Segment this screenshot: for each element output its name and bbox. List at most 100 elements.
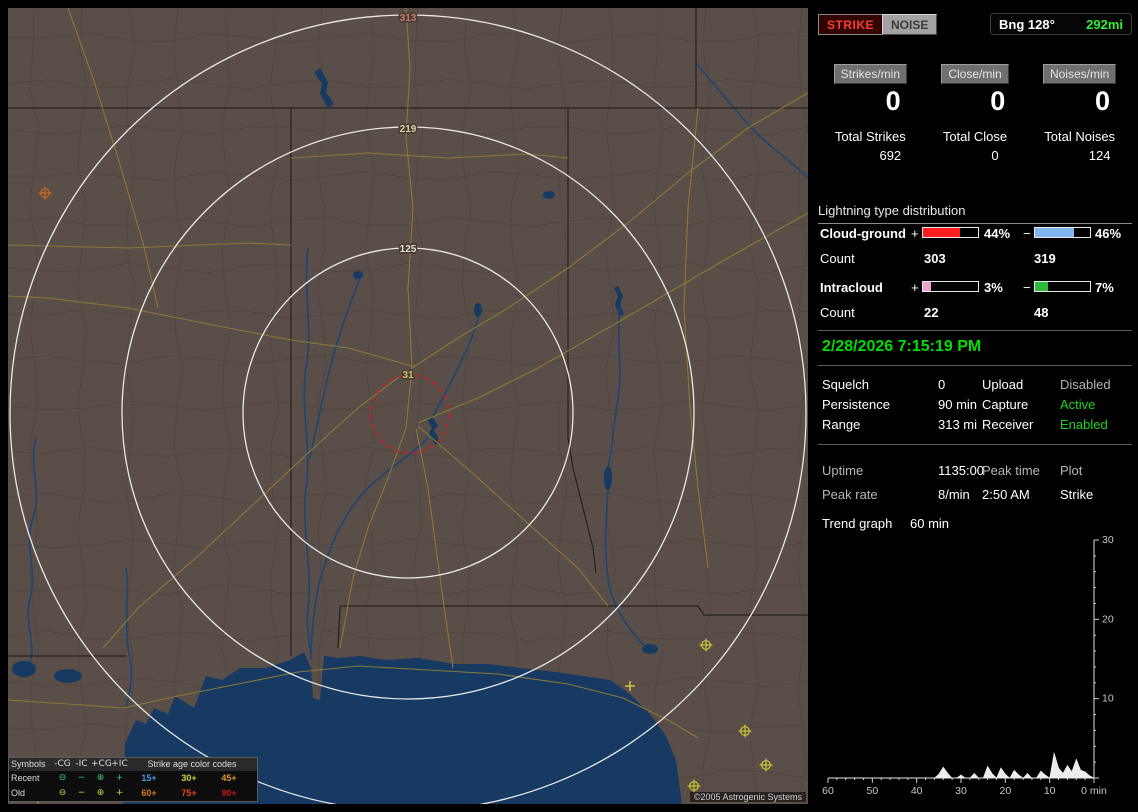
count-label: Count: [820, 251, 855, 266]
legend-row-recent: Recent ⊖ − ⊕ + 15+ 30+ 45+: [9, 771, 257, 786]
receiver-value: Enabled: [1060, 417, 1108, 432]
age-code: 60+: [141, 788, 157, 798]
lake-seminole: [642, 644, 658, 654]
capture-value: Active: [1060, 397, 1096, 412]
cg-positive-count: 303: [924, 251, 946, 266]
intracloud-label: Intracloud: [820, 280, 883, 295]
count-label: Count: [820, 305, 855, 320]
distribution-header: Lightning type distribution: [818, 203, 1132, 224]
total-strikes-value: 692: [879, 148, 902, 163]
svg-text:50: 50: [866, 785, 878, 797]
rate-chip-row: Strikes/min Close/min Noises/min: [818, 64, 1132, 84]
total-strikes-label: Total Strikes: [834, 129, 906, 144]
plus-sign: +: [911, 226, 919, 241]
neg-cg-icon: ⊖: [58, 773, 67, 783]
total-close-label: Total Close: [942, 129, 1008, 144]
noise-button[interactable]: NOISE: [882, 14, 938, 35]
cloud-ground-row: Cloud-ground + 44% − 46%: [818, 226, 1132, 243]
total-noises-label: Total Noises: [1044, 129, 1116, 144]
map-canvas: 313 219 125 31: [8, 8, 808, 804]
cloud-ground-label: Cloud-ground: [820, 226, 906, 241]
svg-text:40: 40: [911, 785, 923, 797]
peak-time-label: Peak time: [982, 463, 1040, 478]
svg-text:30: 30: [1102, 534, 1114, 546]
trend-graph: 60 50 40 30 20 10 0 min 30 20 10: [822, 534, 1114, 797]
peak-rate-label: Peak rate: [822, 487, 878, 502]
age-code: 90+: [221, 788, 237, 798]
info-row-2: Peak rate 8/min 2:50 AM Strike: [818, 487, 1132, 504]
trend-graph-window: 60 min: [910, 516, 950, 531]
plot-label: Plot: [1060, 463, 1083, 478]
upload-label: Upload: [982, 377, 1024, 392]
uptime-value: 1135:00: [938, 463, 985, 478]
divider: [818, 444, 1132, 445]
lightning-map: 313 219 125 31 Symbols -CG -IC +CG +IC S…: [8, 8, 808, 804]
coastal-marsh: [54, 669, 82, 683]
legend-symbols-header: Symbols: [11, 759, 46, 769]
rate-values-row: 0 0 0: [818, 86, 1132, 117]
svg-text:30: 30: [955, 785, 967, 797]
pos-ic-icon: +: [115, 773, 124, 783]
total-close-value: 0: [991, 148, 999, 163]
bearing-value: Bng 128°: [999, 16, 1055, 32]
ring-label-31: 31: [402, 370, 414, 381]
legend-col-neg-cg: -CG: [54, 759, 71, 769]
cg-negative-count: 319: [1034, 251, 1056, 266]
noises-per-min-chip[interactable]: Noises/min: [1042, 64, 1117, 84]
pos-ic-icon: +: [115, 788, 124, 798]
ic-positive-count: 22: [924, 305, 939, 320]
weiss-lake: [543, 191, 555, 199]
noises-per-min-value: 0: [1094, 86, 1110, 116]
ic-negative-fill: [1035, 282, 1049, 291]
uptime-label: Uptime: [822, 463, 864, 478]
legend-row-label: Old: [11, 788, 26, 798]
svg-text:20: 20: [999, 785, 1011, 797]
logan-martin-lake: [474, 303, 482, 317]
squelch-label: Squelch: [822, 377, 869, 392]
cg-negative-pct: 46%: [1095, 226, 1122, 241]
cg-positive-bar: [922, 227, 979, 238]
pos-cg-icon: ⊕: [96, 788, 105, 798]
trend-graph-label-row: Trend graph 60 min: [818, 516, 1132, 533]
intracloud-row: Intracloud + 3% − 7%: [818, 280, 1132, 297]
current-datetime: 2/28/2026 7:15:19 PM: [822, 338, 982, 355]
totals-values-row: 692 0 124: [818, 148, 1132, 163]
strikes-per-min-chip[interactable]: Strikes/min: [833, 64, 907, 84]
age-code: 75+: [181, 788, 197, 798]
svg-text:10: 10: [1102, 693, 1114, 705]
pos-cg-icon: ⊕: [96, 773, 105, 783]
strike-button[interactable]: STRIKE: [818, 14, 884, 35]
lake-eufaula: [604, 466, 612, 490]
legend-age-header: Strike age color codes: [147, 759, 237, 769]
status-row-range: Range 313 mi Receiver Enabled: [818, 417, 1132, 434]
legend-header: Symbols -CG -IC +CG +IC Strike age color…: [9, 758, 257, 771]
intracloud-count-row: Count 22 48: [818, 305, 1132, 322]
peak-rate-value: 8/min: [938, 487, 970, 502]
smith-lake: [353, 271, 363, 279]
close-per-min-chip[interactable]: Close/min: [941, 64, 1009, 84]
squelch-value: 0: [938, 377, 946, 392]
svg-text:20: 20: [1102, 613, 1114, 625]
info-row-1: Uptime 1135:00 Peak time Plot: [818, 463, 1132, 480]
minus-sign: −: [1023, 226, 1031, 241]
svg-text:10: 10: [1044, 785, 1056, 797]
persistence-label: Persistence: [822, 397, 890, 412]
total-noises-value: 124: [1088, 148, 1111, 163]
age-code: 15+: [141, 773, 157, 783]
legend-row-old: Old ⊖ − ⊕ + 60+ 75+ 90+: [9, 786, 257, 801]
legend-row-label: Recent: [11, 773, 40, 783]
cg-positive-fill: [923, 228, 961, 237]
cg-positive-pct: 44%: [984, 226, 1011, 241]
copyright-notice: ©2005 Astrogenic Systems: [689, 792, 806, 802]
bearing-readout: Bng 128° 292mi: [990, 13, 1132, 35]
trend-graph-label: Trend graph: [822, 516, 893, 531]
ring-label-219: 219: [400, 124, 417, 135]
upload-value: Disabled: [1060, 377, 1111, 392]
receiver-label: Receiver: [982, 417, 1034, 432]
plot-value: Strike: [1060, 487, 1094, 502]
capture-label: Capture: [982, 397, 1029, 412]
divider: [818, 365, 1132, 366]
divider: [818, 330, 1132, 331]
ring-label-125: 125: [400, 244, 417, 255]
ic-positive-fill: [923, 282, 932, 291]
